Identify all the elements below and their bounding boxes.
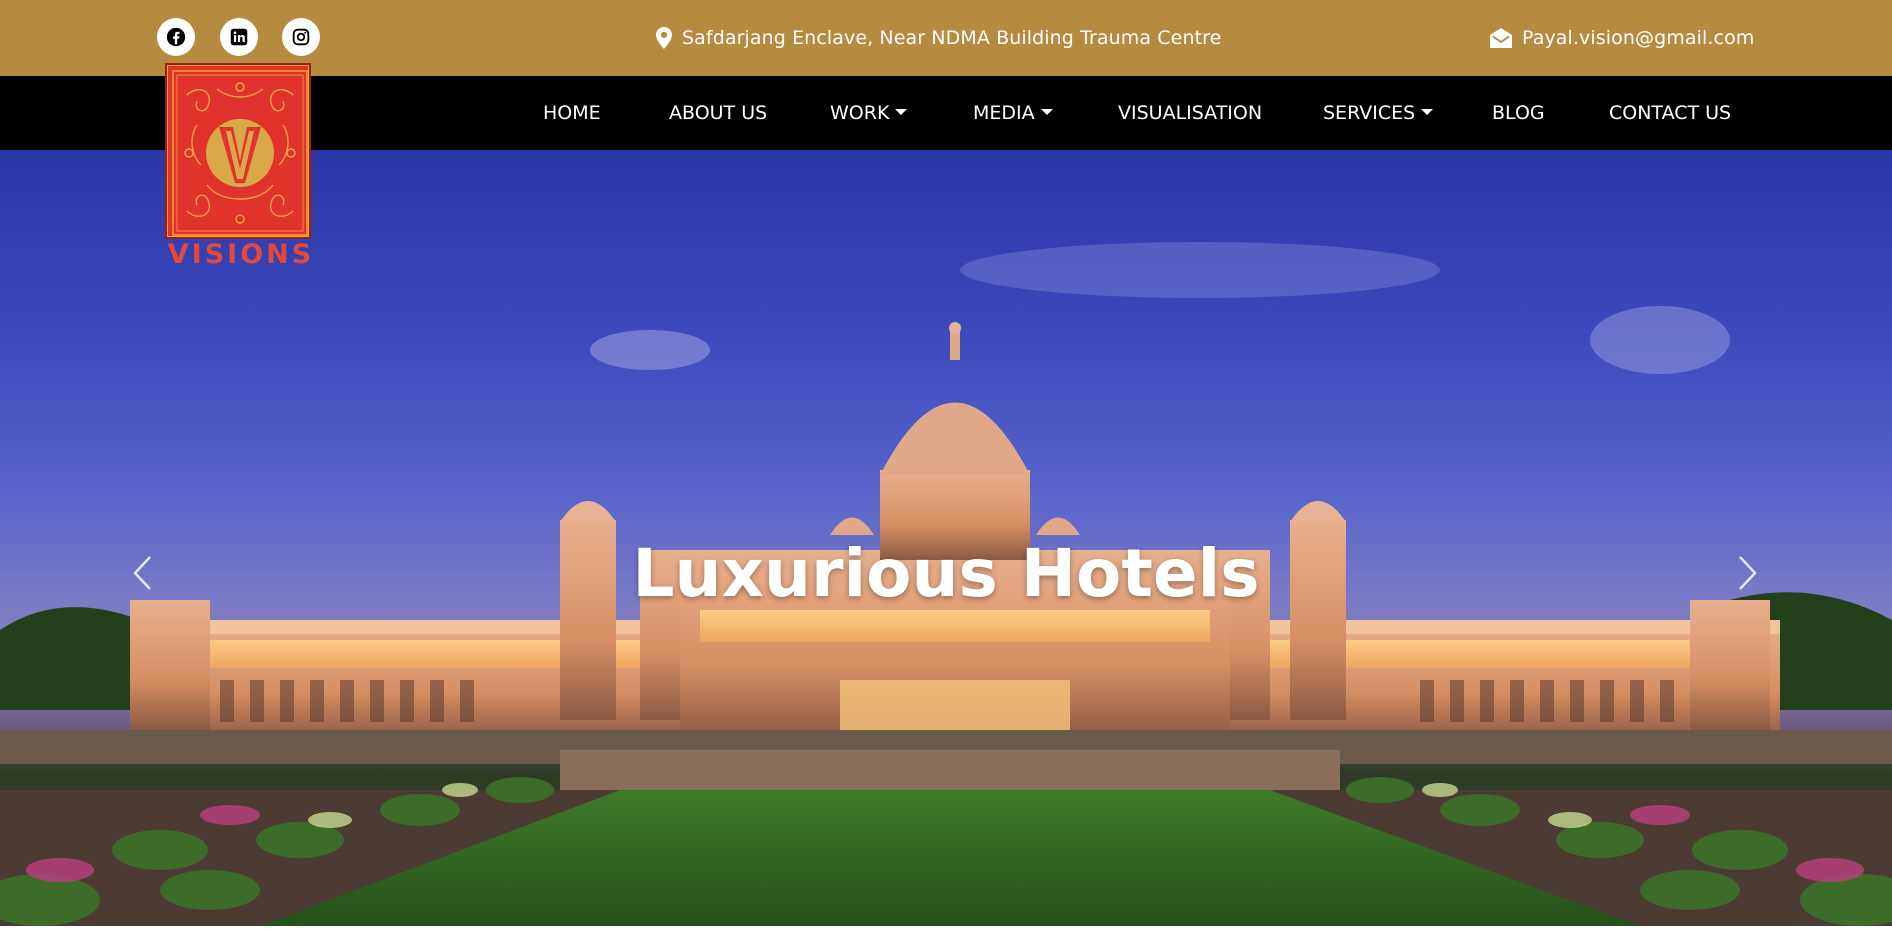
caret-down-icon xyxy=(1421,109,1434,115)
envelope-open-icon xyxy=(1490,28,1512,48)
carousel-next-button[interactable] xyxy=(1728,548,1768,598)
nav-visualisation[interactable]: VISUALISATION xyxy=(1118,76,1262,150)
nav-blog[interactable]: BLOG xyxy=(1492,76,1545,150)
chevron-left-icon xyxy=(133,556,151,590)
logo-wordmark: VISIONS xyxy=(167,239,315,270)
nav-work[interactable]: WORK xyxy=(830,76,908,150)
nav-media[interactable]: MEDIA xyxy=(973,76,1053,150)
carousel-prev-button[interactable] xyxy=(122,548,162,598)
site-logo[interactable]: VISIONS xyxy=(165,63,315,270)
caret-down-icon xyxy=(1040,109,1053,115)
address-info: Safdarjang Enclave, Near NDMA Building T… xyxy=(656,22,1221,54)
email-link[interactable]: Payal.vision@gmail.com xyxy=(1522,27,1754,49)
nav-contact-us[interactable]: CONTACT US xyxy=(1609,76,1731,150)
nav-home[interactable]: HOME xyxy=(543,76,601,150)
logo-emblem xyxy=(165,63,311,239)
nav-services[interactable]: SERVICES xyxy=(1323,76,1434,150)
linkedin-icon[interactable] xyxy=(220,18,258,56)
caret-down-icon xyxy=(895,109,908,115)
address-text: Safdarjang Enclave, Near NDMA Building T… xyxy=(682,27,1222,49)
map-pin-icon xyxy=(656,27,672,49)
instagram-icon[interactable] xyxy=(282,18,320,56)
nav-about-us[interactable]: ABOUT US xyxy=(669,76,767,150)
facebook-icon[interactable] xyxy=(157,18,195,56)
email-info[interactable]: Payal.vision@gmail.com xyxy=(1490,22,1754,54)
chevron-right-icon xyxy=(1739,556,1757,590)
hero-slide-title: Luxurious Hotels xyxy=(632,535,1260,612)
